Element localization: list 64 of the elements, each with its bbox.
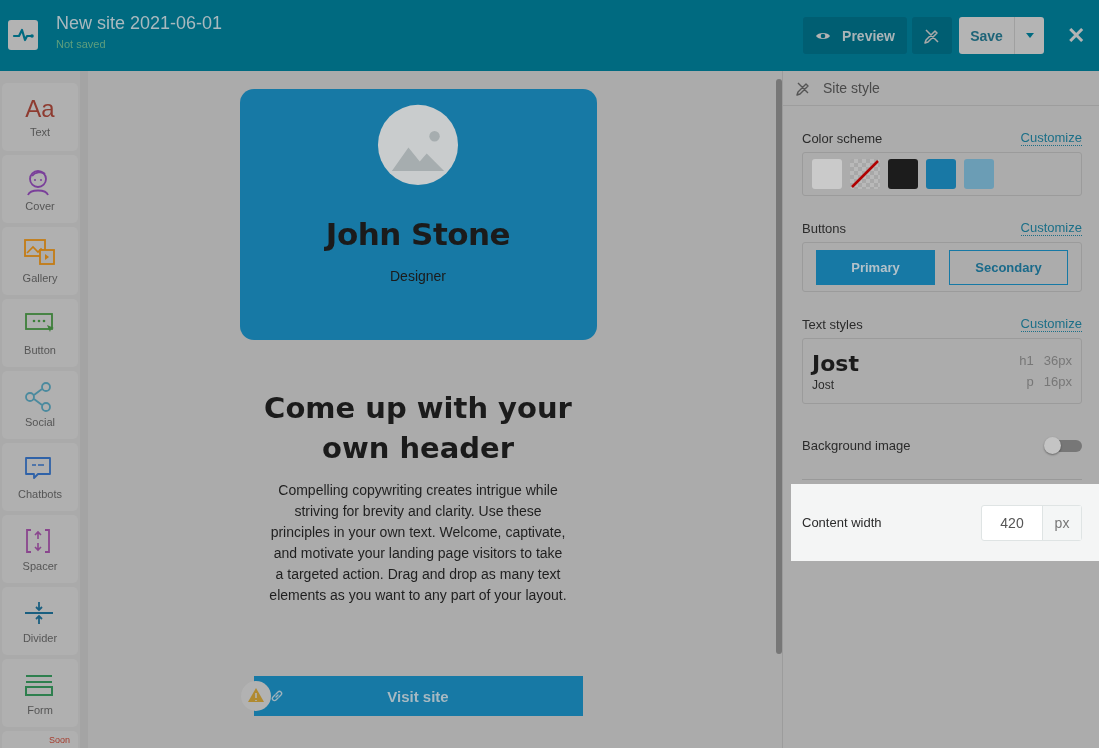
close-button[interactable]: ✕: [1061, 22, 1091, 49]
tile-label: Gallery: [22, 272, 58, 284]
scrollbar[interactable]: [776, 79, 782, 654]
tile-label: Form: [27, 704, 53, 716]
option-box[interactable]: Primary Secondary: [802, 242, 1082, 292]
tile-label: Spacer: [22, 560, 58, 572]
site-title: New site 2021-06-01: [56, 13, 223, 34]
block-tile[interactable]: Gallery: [2, 227, 78, 295]
panel-title: Site style: [823, 80, 880, 96]
save-menu-button[interactable]: [1015, 17, 1044, 54]
tile-label: Social: [25, 416, 55, 428]
setting-label: Content width: [802, 515, 882, 530]
tile-label: Button: [24, 344, 56, 356]
block-tile[interactable]: Chatbots: [2, 443, 78, 511]
block-tile[interactable]: Divider: [2, 587, 78, 655]
style-button[interactable]: [912, 17, 952, 54]
pencil-ruler-icon: [795, 80, 811, 96]
link-icon: [269, 689, 284, 703]
color-swatch[interactable]: [926, 159, 956, 189]
tile-label: Divider: [22, 632, 58, 644]
content-width-field[interactable]: 420 px: [981, 504, 1082, 541]
setting-label: Background image: [802, 438, 911, 453]
heading-font-sample: Jost: [812, 350, 859, 376]
block-tile[interactable]: Button: [2, 299, 78, 367]
block-tile[interactable]: Spacer: [2, 515, 78, 583]
profile-name: John Stone: [325, 216, 511, 252]
profile-role: Designer: [390, 268, 446, 284]
block-tile[interactable]: Cover: [2, 155, 78, 223]
preview-button[interactable]: Preview: [803, 17, 907, 54]
section-label: Text styles: [802, 317, 863, 332]
pulse-logo-icon: [8, 19, 38, 50]
block-tile[interactable]: Social: [2, 371, 78, 439]
background-image-toggle[interactable]: [1046, 439, 1082, 452]
section-heading: Come up with your own header: [263, 390, 573, 467]
secondary-button-sample: Secondary: [949, 249, 1068, 285]
primary-button-sample: Primary: [816, 249, 935, 285]
customize-link[interactable]: Customize: [1020, 130, 1082, 146]
tile-label: Cover: [25, 200, 55, 212]
save-button[interactable]: Save: [959, 17, 1015, 54]
visit-site-button[interactable]: Visit site: [253, 676, 583, 716]
unit-label: px: [1043, 505, 1081, 540]
transparent-swatch[interactable]: [850, 159, 880, 189]
pencil-ruler-icon: [923, 26, 941, 45]
save-status: Not saved: [56, 38, 107, 50]
text-glyph-icon: Aa: [25, 96, 55, 122]
option-box[interactable]: [802, 152, 1082, 196]
no-color-line-icon: [850, 159, 880, 189]
customize-link[interactable]: Customize: [1020, 220, 1082, 236]
soon-label: Soon: [48, 735, 70, 745]
caret-icon: [1025, 33, 1034, 38]
block-tile[interactable]: Soon: [2, 731, 78, 748]
customize-link[interactable]: Customize: [1020, 316, 1082, 332]
color-swatch[interactable]: [812, 159, 842, 189]
tile-label: Chatbots: [18, 488, 62, 500]
color-swatch[interactable]: [888, 159, 918, 189]
block-tile[interactable]: Aa Text: [2, 83, 78, 151]
block-tile[interactable]: Form: [2, 659, 78, 727]
color-swatch[interactable]: [964, 159, 994, 189]
body-paragraph: Compelling copywriting creates intrigue while striving for brevity and clarity. Use these principles in your own text. Welcome, captivate, and motivate your landing page visitors to take a targeted action. Drag and drop as many text elements as you want to any part of your layout.: [268, 481, 568, 605]
section-label: Buttons: [802, 221, 847, 236]
gallery-icon: [24, 238, 56, 268]
tile-label: Text: [29, 126, 51, 138]
body-font-sample: Jost: [812, 377, 835, 392]
section-label: Color scheme: [802, 131, 883, 146]
